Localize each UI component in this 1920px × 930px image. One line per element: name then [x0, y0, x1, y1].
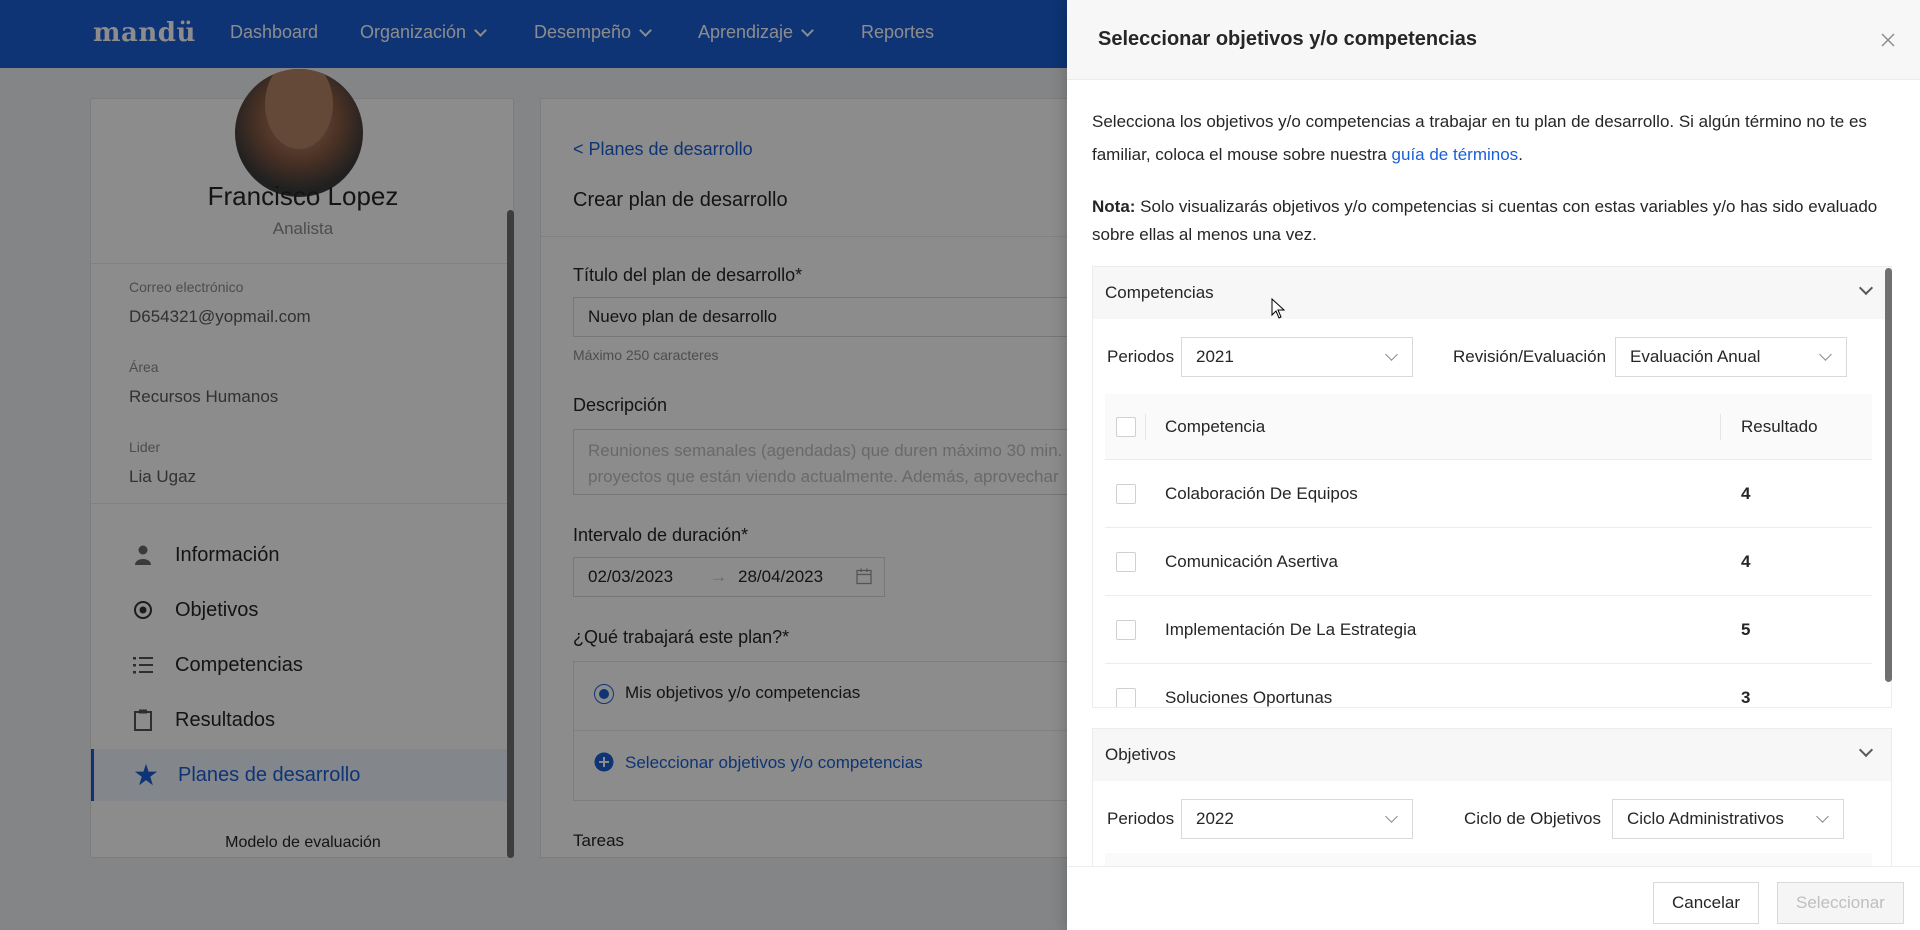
col-competencia: Competencia [1165, 417, 1266, 436]
competencia-name: Comunicación Asertiva [1165, 552, 1338, 571]
column-separator [1720, 414, 1721, 440]
chevron-down-icon [1858, 742, 1874, 758]
competencia-result: 5 [1741, 620, 1751, 639]
competencia-name: Soluciones Oportunas [1165, 688, 1333, 707]
review-label: Revisión/Evaluación [1453, 347, 1607, 366]
column-separator [1145, 414, 1146, 440]
select-value: 2022 [1196, 809, 1234, 828]
scrollbar[interactable] [1885, 268, 1892, 682]
review-select[interactable]: Evaluación Anual [1615, 337, 1847, 377]
cycle-label: Ciclo de Objetivos [1464, 809, 1602, 828]
competencias-header[interactable]: Competencias [1093, 267, 1891, 319]
period-label: Periodos [1107, 809, 1175, 828]
note-text: Nota: Solo visualizarás objetivos y/o co… [1092, 193, 1892, 249]
row-checkbox[interactable] [1116, 484, 1136, 504]
select-button[interactable]: Seleccionar [1777, 882, 1904, 924]
chevron-down-icon [1816, 810, 1829, 823]
table-row[interactable]: Comunicación Asertiva 4 [1105, 528, 1872, 596]
competencia-result: 4 [1741, 484, 1751, 503]
chevron-down-icon [1385, 810, 1398, 823]
row-checkbox[interactable] [1116, 552, 1136, 572]
competencias-panel: Competencias Periodos 2021 Revisión/Eval… [1092, 266, 1892, 708]
intro-end: . [1518, 145, 1523, 164]
table-header: Competencia Resultado [1105, 394, 1872, 460]
table-header [1105, 853, 1872, 866]
note-bold: Nota: [1092, 197, 1136, 216]
drawer-footer: Cancelar Seleccionar [1067, 866, 1920, 930]
objetivos-header[interactable]: Objetivos [1093, 729, 1891, 781]
intro-text: Selecciona los objetivos y/o competencia… [1092, 105, 1892, 171]
table-row[interactable]: Soluciones Oportunas 3 [1105, 664, 1872, 707]
chevron-down-icon [1819, 348, 1832, 361]
period-label: Periodos [1107, 347, 1175, 366]
select-value: Ciclo Administrativos [1627, 809, 1784, 828]
modal-overlay[interactable] [0, 0, 1067, 930]
chevron-down-icon [1858, 280, 1874, 296]
competencia-result: 4 [1741, 552, 1751, 571]
competencia-result: 3 [1741, 688, 1751, 707]
drawer-title: Seleccionar objetivos y/o competencias [1098, 28, 1478, 50]
close-icon[interactable] [1880, 32, 1896, 48]
period-select[interactable]: 2021 [1181, 337, 1413, 377]
cycle-select[interactable]: Ciclo Administrativos [1612, 799, 1844, 839]
row-checkbox[interactable] [1116, 688, 1136, 707]
table-row[interactable]: Implementación De La Estrategia 5 [1105, 596, 1872, 664]
select-value: 2021 [1196, 347, 1234, 366]
note-body: Solo visualizarás objetivos y/o competen… [1092, 197, 1878, 244]
period-select[interactable]: 2022 [1181, 799, 1413, 839]
row-checkbox[interactable] [1116, 620, 1136, 640]
panel-title: Competencias [1105, 283, 1214, 302]
chevron-down-icon [1385, 348, 1398, 361]
col-resultado: Resultado [1741, 417, 1818, 436]
table-row[interactable]: Colaboración De Equipos 4 [1105, 460, 1872, 528]
objetivos-panel: Objetivos Periodos 2022 Ciclo de Objetiv… [1092, 728, 1892, 866]
select-drawer: Seleccionar objetivos y/o competencias S… [1067, 0, 1920, 930]
drawer-header: Seleccionar objetivos y/o competencias [1067, 0, 1920, 80]
select-all-checkbox[interactable] [1116, 417, 1136, 437]
mouse-cursor [1271, 297, 1286, 320]
terms-guide-link[interactable]: guía de términos [1392, 145, 1519, 164]
competencia-name: Implementación De La Estrategia [1165, 620, 1417, 639]
select-value: Evaluación Anual [1630, 347, 1761, 366]
competencia-name: Colaboración De Equipos [1165, 484, 1358, 503]
panel-title: Objetivos [1105, 745, 1176, 764]
cancel-button[interactable]: Cancelar [1653, 882, 1760, 924]
